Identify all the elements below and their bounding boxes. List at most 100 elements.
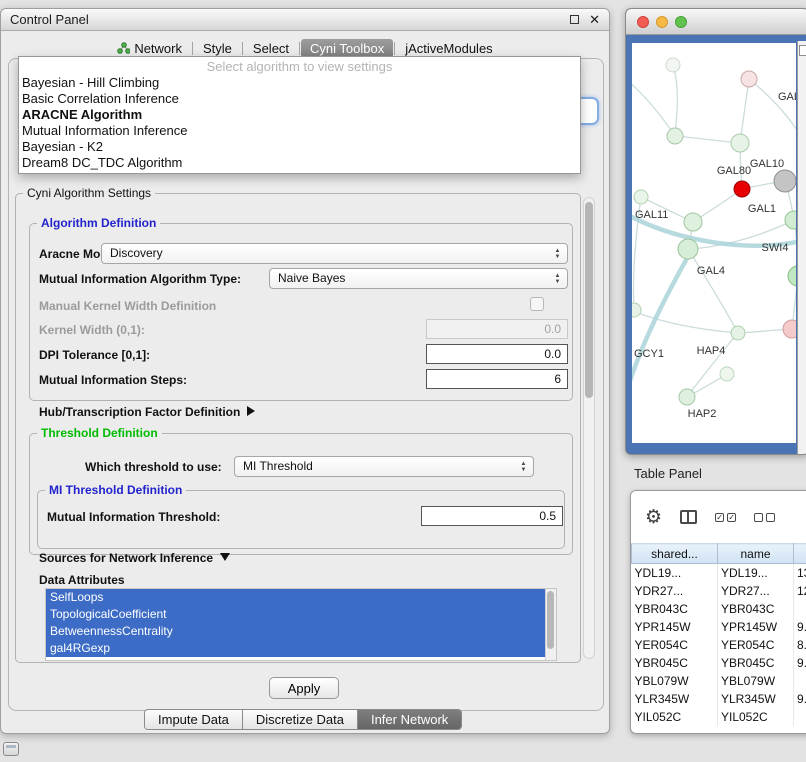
algorithm-option-basic-correlation-inference[interactable]: Basic Correlation Inference	[19, 91, 580, 107]
network-node[interactable]	[632, 303, 641, 317]
network-canvas[interactable]: GALGAL80GAL10GAL11GAL1SWI4GAL4GCY1HAP4HA…	[632, 43, 796, 443]
float-window-icon[interactable]	[570, 15, 579, 24]
close-traffic-light-icon[interactable]	[637, 16, 649, 28]
network-node[interactable]	[684, 213, 702, 231]
algorithm-dropdown-popup: Select algorithm to view settingsBayesia…	[18, 56, 581, 174]
table-row[interactable]: YER054CYER054C8.	[632, 636, 806, 654]
attribute-item-betweennesscentrality[interactable]: BetweennessCentrality	[46, 623, 546, 640]
attributes-scrollbar[interactable]	[545, 589, 556, 660]
mi-steps-field[interactable]: 6	[426, 369, 568, 389]
mi-type-select[interactable]: Naive Bayes ▲▼	[269, 268, 568, 289]
network-window-titlebar[interactable]	[626, 9, 806, 35]
select-all-icon[interactable]: ✓✓	[715, 513, 736, 522]
network-node[interactable]	[679, 389, 695, 405]
table-panel-window: ⚙ ✓✓ shared...name YDL19...YDL19...13YDR…	[630, 490, 806, 734]
algorithm-option-mutual-information-inference[interactable]: Mutual Information Inference	[19, 123, 580, 139]
tab-network[interactable]: Network	[108, 39, 191, 58]
tab-jactivemodules[interactable]: jActiveModules	[396, 39, 501, 58]
sources-section-label: Sources for Network Inference	[39, 551, 213, 565]
algorithm-option-bayesian-hill-climbing[interactable]: Bayesian - Hill Climbing	[19, 75, 580, 91]
bottom-tab-impute-data[interactable]: Impute Data	[145, 710, 242, 729]
column-header[interactable]: shared...	[632, 544, 718, 564]
attribute-item-gal4rgexp[interactable]: gal4RGexp	[46, 640, 546, 657]
table-row[interactable]: YIL052CYIL052C	[632, 708, 806, 726]
column-header[interactable]	[794, 544, 806, 564]
attribute-item-topologicalcoefficient[interactable]: TopologicalCoefficient	[46, 606, 546, 623]
table-cell: YBR043C	[632, 600, 718, 618]
gear-icon[interactable]: ⚙	[645, 508, 662, 527]
network-node[interactable]	[634, 190, 648, 204]
network-graph[interactable]: GALGAL80GAL10GAL11GAL1SWI4GAL4GCY1HAP4HA…	[632, 43, 796, 443]
table-row[interactable]: YBR045CYBR045C9.	[632, 654, 806, 672]
manual-kernel-checkbox[interactable]	[530, 297, 544, 311]
tab-cyni-toolbox[interactable]: Cyni Toolbox	[301, 39, 393, 58]
table-row[interactable]: YLR345WYLR345W9.	[632, 690, 806, 708]
network-node[interactable]	[731, 134, 749, 152]
deselect-all-icon[interactable]	[754, 513, 775, 522]
which-threshold-select[interactable]: MI Threshold ▲▼	[234, 456, 534, 477]
table-cell: 9.	[794, 618, 806, 636]
attribute-item-selfloops[interactable]: SelfLoops	[46, 589, 546, 606]
tab-select[interactable]: Select	[244, 39, 298, 58]
network-node[interactable]	[678, 239, 698, 259]
table-row[interactable]: YDR27...YDR27...12	[632, 582, 806, 600]
table-row[interactable]: YDL19...YDL19...13	[632, 564, 806, 582]
network-node[interactable]	[731, 326, 745, 340]
control-panel-window: Control Panel ✕ NetworkStyle Select Cyni T…	[0, 8, 610, 734]
tab-separator	[299, 42, 300, 55]
scrollbar-thumb[interactable]	[585, 202, 593, 398]
algorithm-option-dream8-dc-tdc-algorithm[interactable]: Dream8 DC_TDC Algorithm	[19, 155, 580, 171]
dpi-tolerance-field[interactable]: 0.0	[426, 344, 568, 364]
table-row[interactable]: YBL079WYBL079W	[632, 672, 806, 690]
tab-label: Select	[253, 41, 289, 56]
sources-section-toggle[interactable]: Sources for Network Inference	[39, 549, 230, 567]
algorithm-option-bayesian-k2[interactable]: Bayesian - K2	[19, 139, 580, 155]
close-icon[interactable]: ✕	[589, 13, 600, 26]
network-node[interactable]	[741, 71, 757, 87]
table-cell: YDR27...	[718, 582, 794, 600]
collapsed-arrow-icon	[247, 406, 255, 416]
aracne-mode-select[interactable]: Discovery ▲▼	[101, 243, 568, 264]
network-edge	[687, 333, 738, 397]
table-cell: YBR045C	[718, 654, 794, 672]
minimize-traffic-light-icon[interactable]	[656, 16, 668, 28]
bottom-tab-discretize-data[interactable]: Discretize Data	[242, 710, 357, 729]
window-restore-icon[interactable]	[3, 742, 19, 756]
network-node[interactable]	[720, 367, 734, 381]
scrollbar-button[interactable]	[799, 45, 806, 56]
unchecked-box-icon	[754, 513, 763, 522]
tab-style[interactable]: Style	[194, 39, 241, 58]
column-chooser-icon[interactable]	[680, 510, 697, 524]
network-node[interactable]	[774, 170, 796, 192]
expanded-arrow-icon	[220, 553, 230, 561]
algorithm-option-aracne-algorithm[interactable]: ARACNE Algorithm	[19, 107, 580, 123]
scrollbar-thumb[interactable]	[547, 591, 554, 649]
which-threshold-value: MI Threshold	[243, 459, 313, 473]
mi-threshold-field[interactable]: 0.5	[421, 506, 563, 526]
mi-threshold-label: Mutual Information Threshold:	[47, 508, 220, 526]
control-panel-titlebar[interactable]: Control Panel ✕	[1, 9, 609, 31]
network-node[interactable]	[666, 58, 680, 72]
network-scrollbar[interactable]	[797, 41, 806, 455]
column-header[interactable]: name	[718, 544, 794, 564]
node-table[interactable]: shared...name YDL19...YDL19...13YDR27...…	[631, 543, 806, 726]
network-node[interactable]	[785, 211, 796, 229]
network-node-label: GAL1	[748, 203, 776, 215]
table-row[interactable]: YBR043CYBR043C	[632, 600, 806, 618]
table-row[interactable]: YPR145WYPR145W9.	[632, 618, 806, 636]
network-node[interactable]	[788, 266, 796, 286]
hub-section-toggle[interactable]: Hub/Transcription Factor Definition	[39, 403, 255, 421]
settings-scrollbar[interactable]	[583, 197, 595, 659]
zoom-traffic-light-icon[interactable]	[675, 16, 687, 28]
network-node[interactable]	[783, 320, 796, 338]
table-cell: 9.	[794, 690, 806, 708]
combo-arrows-icon: ▲▼	[553, 248, 562, 260]
network-node[interactable]	[667, 128, 683, 144]
network-node-label: GAL10	[750, 158, 784, 170]
network-edge	[688, 249, 738, 333]
bottom-tab-infer-network[interactable]: Infer Network	[357, 710, 461, 729]
data-attributes-list[interactable]: SelfLoopsTopologicalCoefficientBetweenne…	[45, 588, 557, 661]
algorithm-placeholder: Select algorithm to view settings	[19, 59, 580, 75]
apply-button[interactable]: Apply	[269, 677, 339, 699]
network-node[interactable]	[734, 181, 750, 197]
